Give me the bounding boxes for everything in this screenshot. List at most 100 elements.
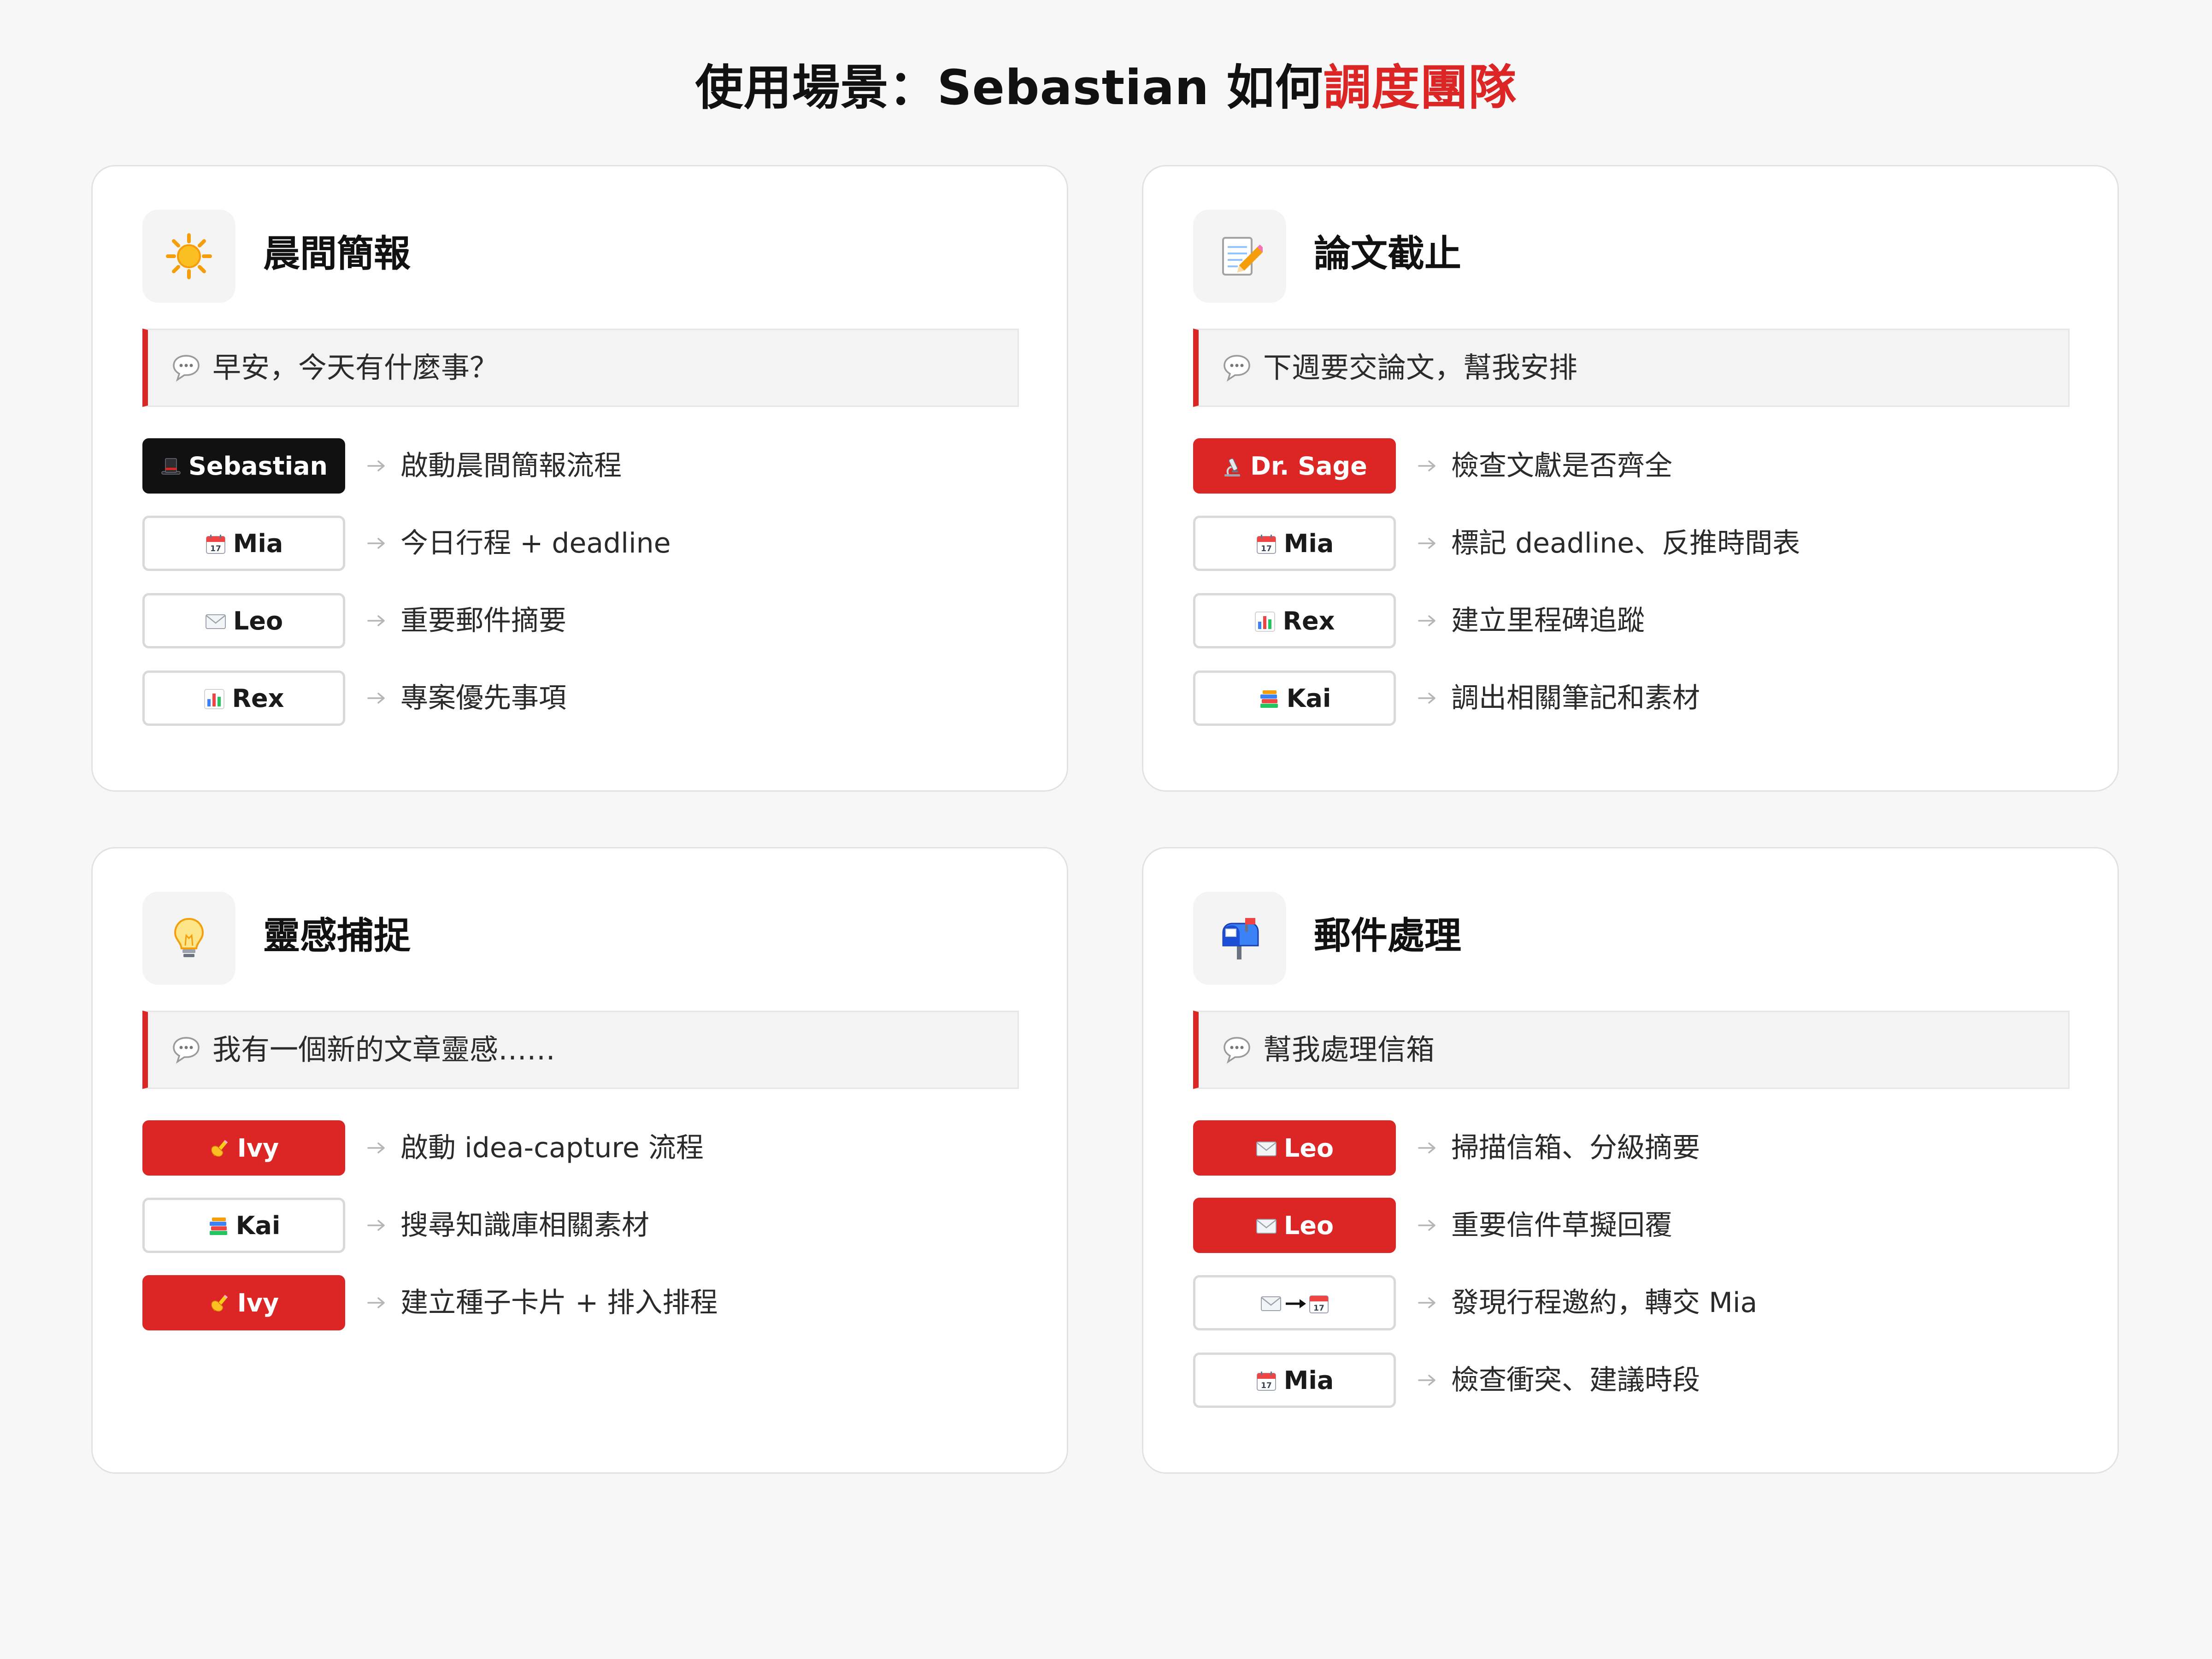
scenario-card-idea-capture: 靈感捕捉 我有一個新的文章靈感…… Ivy 啟動 idea-capture 流程 K… (91, 847, 1068, 1474)
task-action: 檢查衝突、建議時段 (1451, 1364, 1700, 1396)
agent-name: Mia (233, 529, 283, 558)
agent-badge[interactable]: Kai (1193, 671, 1396, 726)
agent-badge[interactable]: Leo (142, 593, 345, 648)
task-list: Ivy 啟動 idea-capture 流程 Kai 搜尋知識庫相關素材 Ivy 建立種子… (142, 1120, 1041, 1353)
agent-name: Rex (232, 683, 284, 713)
agent-name: Kai (235, 1211, 281, 1240)
task-action: 重要信件草擬回覆 (1451, 1209, 1672, 1241)
task-action: 調出相關筆記和素材 (1451, 682, 1700, 714)
card-title: 靈感捕捉 (263, 914, 411, 957)
task-row: 17 Mia 今日行程 + deadline (142, 516, 1041, 593)
task-action: 專案優先事項 (400, 682, 566, 714)
prompt-text: 下週要交論文，幫我安排 (1263, 351, 1578, 384)
prompt-text: 幫我處理信箱 (1263, 1033, 1435, 1066)
mailbox-icon (1193, 892, 1286, 985)
task-row: Leo 掃描信箱、分級摘要 (1193, 1120, 2092, 1198)
agent-name: Rex (1282, 606, 1335, 635)
agent-name: Kai (1286, 683, 1331, 713)
calendar-icon: 17 (1255, 1369, 1277, 1391)
arrow-right-icon (1417, 688, 1437, 708)
task-action: 發現行程邀約，轉交 Mia (1451, 1287, 1758, 1319)
svg-text:17: 17 (1261, 544, 1272, 553)
agent-name: Dr. Sage (1250, 451, 1367, 481)
arrow-right-icon (366, 1138, 387, 1158)
task-row: Rex 建立里程碑追蹤 (1193, 593, 2092, 671)
task-row: Ivy 啟動 idea-capture 流程 (142, 1120, 1041, 1198)
microscope-icon (1222, 455, 1244, 477)
agent-badge[interactable]: Ivy (142, 1275, 345, 1330)
speech-bubble-icon (1223, 354, 1251, 382)
arrow-right-icon (1417, 1370, 1437, 1390)
bar-chart-icon (1254, 610, 1276, 632)
task-row: 17 發現行程邀約，轉交 Mia (1193, 1275, 2092, 1353)
user-prompt: 我有一個新的文章靈感…… (142, 1011, 1019, 1089)
writing-hand-icon (209, 1137, 231, 1159)
card-title: 郵件處理 (1314, 914, 1461, 957)
agent-badge[interactable]: Ivy (142, 1120, 345, 1176)
task-action: 重要郵件摘要 (400, 605, 566, 637)
svg-text:17: 17 (210, 544, 221, 553)
prompt-text: 我有一個新的文章靈感…… (212, 1033, 556, 1066)
task-row: Rex 專案優先事項 (142, 671, 1041, 748)
envelope-icon (1255, 1137, 1277, 1159)
agent-badge[interactable]: Dr. Sage (1193, 438, 1396, 494)
envelope-icon (205, 610, 227, 632)
arrow-right-icon (366, 611, 387, 631)
speech-bubble-icon (172, 1036, 200, 1064)
agent-name: Leo (233, 606, 283, 635)
agent-name: Leo (1283, 1133, 1334, 1163)
arrow-right-icon (366, 456, 387, 476)
envelope-icon (1255, 1214, 1277, 1236)
agent-name: Ivy (237, 1288, 279, 1318)
arrow-right-icon (366, 688, 387, 708)
agent-badge[interactable]: Rex (1193, 593, 1396, 648)
arrow-right-icon (1417, 611, 1437, 631)
agent-badge[interactable]: 17 Mia (1193, 1353, 1396, 1408)
arrow-right-icon (1417, 533, 1437, 553)
arrow-right-icon (366, 533, 387, 553)
agent-badge[interactable]: Leo (1193, 1120, 1396, 1176)
task-action: 建立里程碑追蹤 (1451, 605, 1645, 637)
page-title-main: 使用場景：Sebastian 如何 (695, 59, 1324, 116)
task-action: 標記 deadline、反推時間表 (1451, 527, 1800, 559)
agent-name: Mia (1283, 529, 1334, 558)
agent-name: Ivy (237, 1133, 279, 1163)
task-action: 啟動 idea-capture 流程 (400, 1132, 704, 1164)
task-action: 掃描信箱、分級摘要 (1451, 1132, 1700, 1164)
task-action: 今日行程 + deadline (400, 527, 671, 559)
bar-chart-icon (203, 687, 225, 709)
arrow-right-icon (366, 1293, 387, 1313)
task-row: Kai 搜尋知識庫相關素材 (142, 1198, 1041, 1275)
memo-icon (1193, 210, 1286, 303)
task-list: Sebastian 啟動晨間簡報流程 17 Mia 今日行程 + deadline Leo… (142, 438, 1041, 748)
arrow-right-icon (366, 1215, 387, 1235)
task-row: Leo 重要郵件摘要 (142, 593, 1041, 671)
agent-badge[interactable]: Leo (1193, 1198, 1396, 1253)
card-title: 晨間簡報 (263, 232, 411, 275)
agent-badge[interactable]: Kai (142, 1198, 345, 1253)
agent-badge[interactable]: 17 Mia (1193, 516, 1396, 571)
task-row: Sebastian 啟動晨間簡報流程 (142, 438, 1041, 516)
task-row: Ivy 建立種子卡片 + 排入排程 (142, 1275, 1041, 1353)
books-icon (207, 1214, 229, 1236)
svg-text:17: 17 (1261, 1381, 1272, 1390)
agent-badge[interactable]: 17 Mia (142, 516, 345, 571)
agent-badge[interactable]: Rex (142, 671, 345, 726)
calendar-icon: 17 (1255, 532, 1277, 554)
page-title-accent: 調度團隊 (1323, 59, 1517, 116)
task-action: 啟動晨間簡報流程 (400, 450, 622, 482)
task-list: Dr. Sage 檢查文獻是否齊全 17 Mia 標記 deadline、反推時間表 Re… (1193, 438, 2092, 748)
task-action: 搜尋知識庫相關素材 (400, 1209, 649, 1241)
agent-badge[interactable]: Sebastian (142, 438, 345, 494)
user-prompt: 幫我處理信箱 (1193, 1011, 2070, 1089)
lightbulb-icon (142, 892, 235, 985)
prompt-text: 早安，今天有什麼事？ (212, 351, 499, 384)
task-row: Leo 重要信件草擬回覆 (1193, 1198, 2092, 1275)
arrow-right-icon (1417, 1138, 1437, 1158)
arrow-right-icon (1417, 1215, 1437, 1235)
agent-badge[interactable]: 17 (1193, 1275, 1396, 1330)
books-icon (1258, 687, 1280, 709)
calendar-icon: 17 (205, 532, 227, 554)
page-title: 使用場景：Sebastian 如何調度團隊 (0, 51, 2212, 124)
sun-icon (142, 210, 235, 303)
